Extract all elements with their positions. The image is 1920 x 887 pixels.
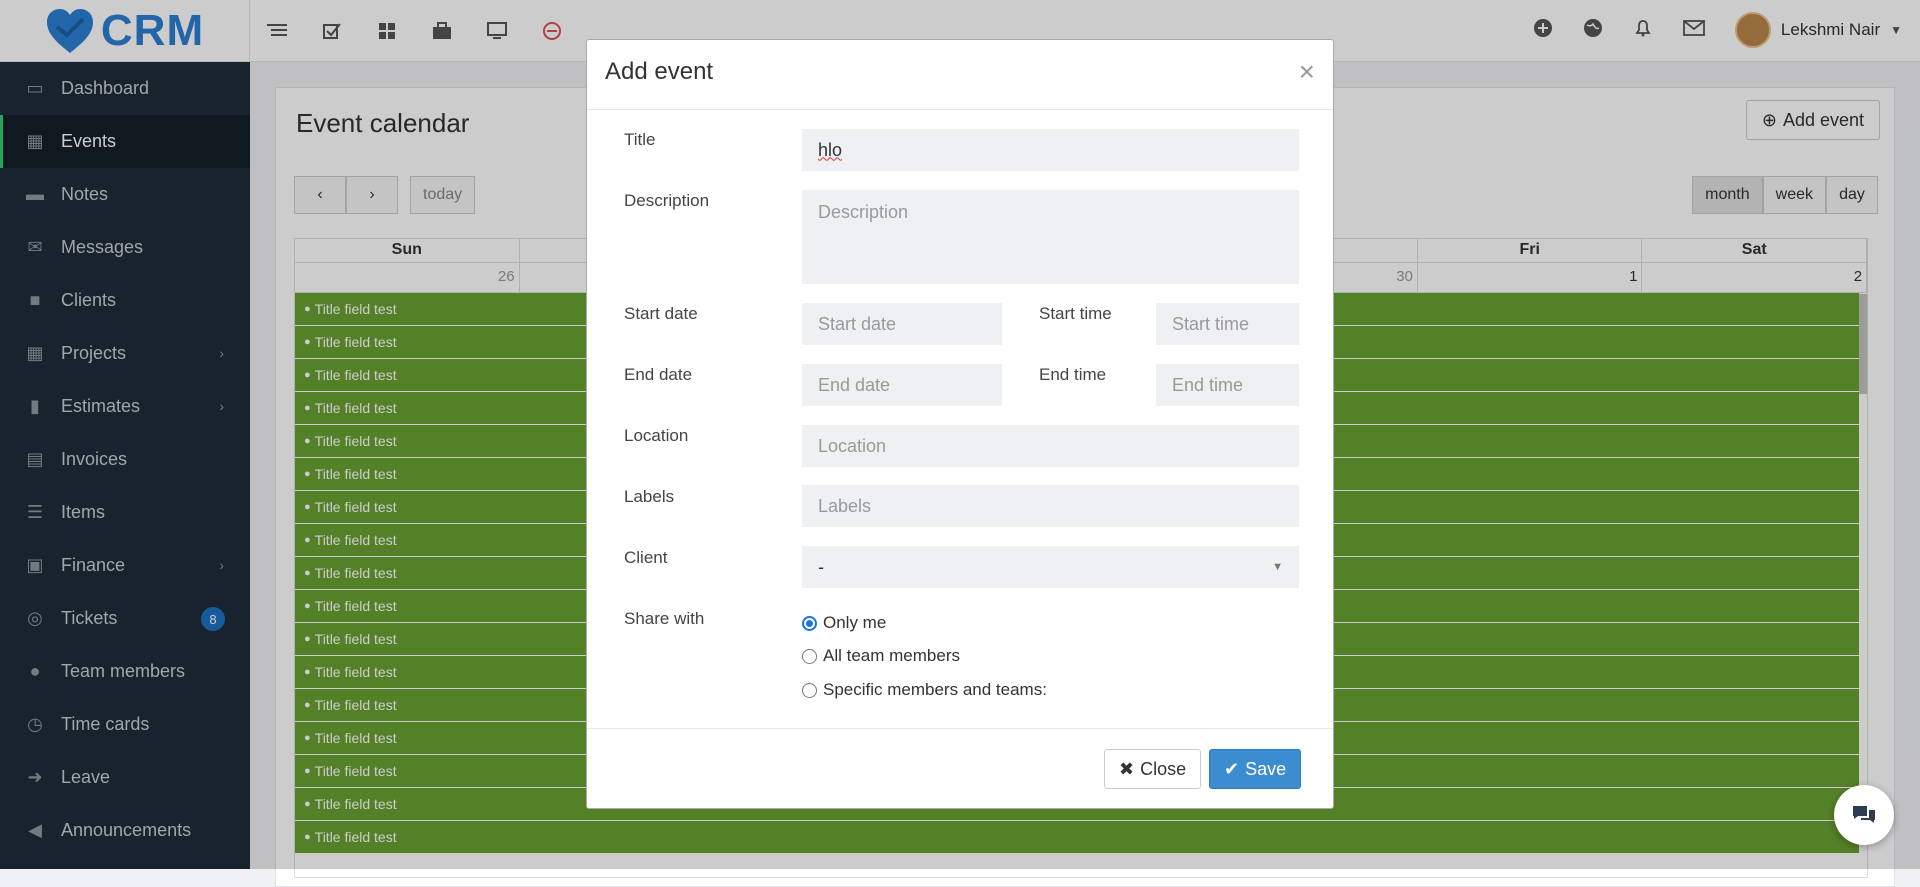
chat-icon: [1853, 806, 1875, 823]
title-input-value: hlo: [818, 139, 843, 160]
radio-label: Specific members and teams:: [823, 680, 1047, 699]
share-with-label: Share with: [624, 609, 705, 628]
labels-label: Labels: [624, 487, 675, 506]
labels-input[interactable]: Labels: [802, 485, 1299, 527]
radio-label: Only me: [823, 613, 887, 632]
description-input[interactable]: Description: [802, 190, 1299, 284]
location-input[interactable]: Location: [802, 425, 1299, 467]
share-specific-radio[interactable]: Specific members and teams:: [802, 680, 1047, 700]
check-circle-icon: ✔: [1224, 758, 1240, 779]
radio-checked-icon: [802, 615, 817, 631]
end-date-label: End date: [624, 365, 693, 384]
client-value: -: [818, 556, 824, 577]
start-date-placeholder: Start date: [818, 313, 897, 334]
start-time-label: Start time: [1039, 304, 1112, 323]
radio-unchecked-icon: [802, 648, 817, 664]
save-button[interactable]: ✔ Save: [1209, 749, 1302, 789]
description-placeholder: Description: [818, 202, 909, 222]
radio-label: All team members: [823, 646, 960, 665]
share-only-me-radio[interactable]: Only me: [802, 613, 886, 633]
radio-unchecked-icon: [802, 682, 817, 698]
chat-button[interactable]: [1834, 785, 1894, 845]
start-date-input[interactable]: Start date: [802, 303, 1002, 345]
start-time-placeholder: Start time: [1172, 313, 1250, 334]
client-label: Client: [624, 548, 668, 567]
location-label: Location: [624, 426, 689, 445]
close-icon[interactable]: ×: [1299, 56, 1315, 88]
title-input[interactable]: hlo: [802, 129, 1299, 171]
end-date-input[interactable]: End date: [802, 364, 1002, 406]
client-select[interactable]: - ▼: [802, 546, 1299, 588]
caret-down-icon: ▼: [1272, 561, 1283, 573]
share-all-members-radio[interactable]: All team members: [802, 646, 960, 666]
close-x-icon: ✖: [1119, 758, 1135, 779]
labels-placeholder: Labels: [818, 495, 872, 516]
end-date-placeholder: End date: [818, 374, 891, 395]
modal-title: Add event: [605, 58, 714, 85]
start-time-input[interactable]: Start time: [1156, 303, 1299, 345]
location-placeholder: Location: [818, 435, 887, 456]
title-label: Title: [624, 130, 656, 149]
add-event-modal: Add event × Title hlo Description Descri…: [586, 39, 1334, 809]
close-button-label: Close: [1140, 758, 1187, 779]
close-button[interactable]: ✖ Close: [1104, 749, 1202, 789]
start-date-label: Start date: [624, 304, 698, 323]
end-time-placeholder: End time: [1172, 374, 1244, 395]
description-label: Description: [624, 191, 710, 210]
end-time-input[interactable]: End time: [1156, 364, 1299, 406]
end-time-label: End time: [1039, 365, 1107, 384]
save-button-label: Save: [1245, 758, 1287, 779]
